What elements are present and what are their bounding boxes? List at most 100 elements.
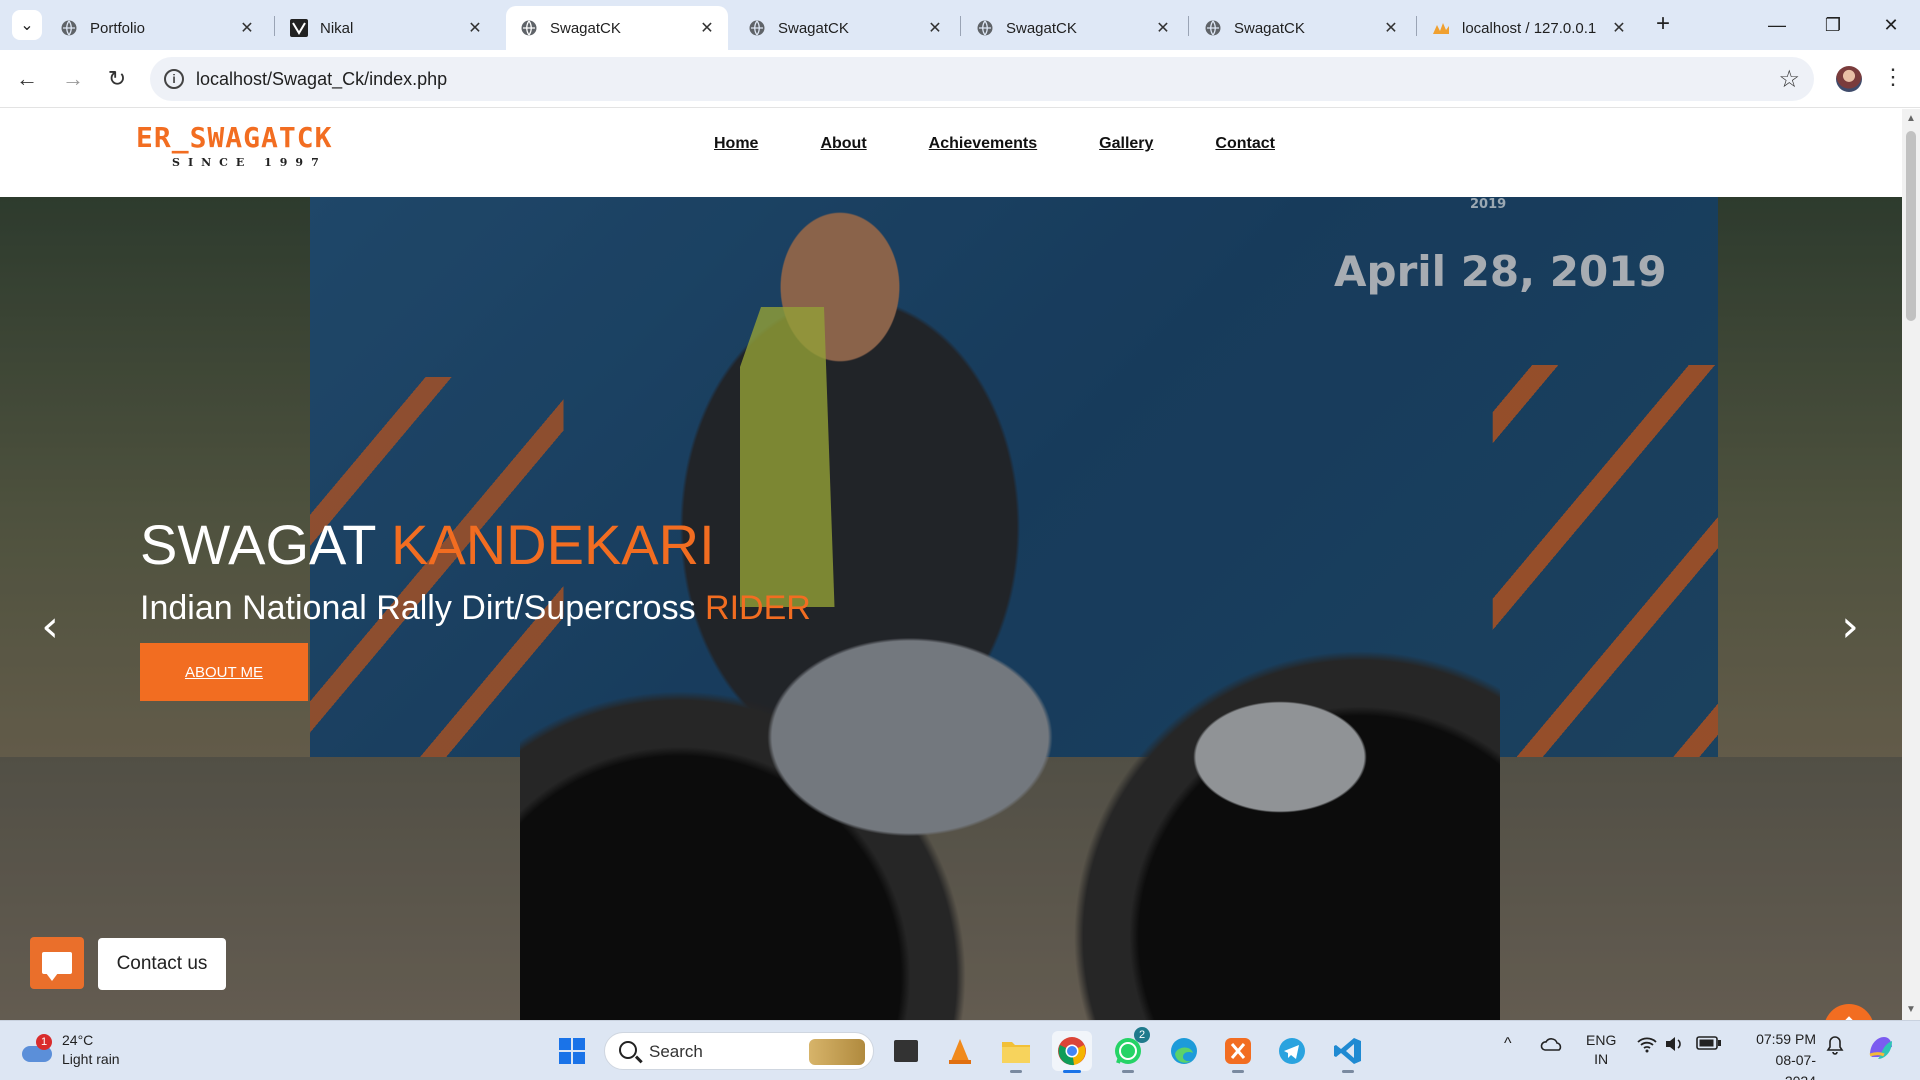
- page-scrollbar[interactable]: ▲ ▼: [1902, 109, 1920, 1020]
- close-icon[interactable]: ✕: [1382, 19, 1400, 37]
- tab-title: SwagatCK: [778, 19, 849, 37]
- tab-separator: [274, 16, 275, 36]
- url-text[interactable]: localhost/Swagat_Ck/index.php: [196, 69, 447, 90]
- weather-condition: Light rain: [62, 1051, 120, 1067]
- close-icon[interactable]: ✕: [926, 19, 944, 37]
- forward-arrow-icon[interactable]: →: [58, 64, 88, 94]
- main-nav: Home About Achievements Gallery Contact: [714, 135, 1275, 153]
- weather-temp: 24°C: [62, 1032, 94, 1048]
- wifi-icon[interactable]: [1636, 1035, 1658, 1056]
- vscode-icon[interactable]: [1328, 1031, 1368, 1073]
- telegram-icon[interactable]: [1272, 1031, 1312, 1071]
- lang-region: IN: [1594, 1051, 1609, 1067]
- tab-title: SwagatCK: [1234, 19, 1305, 37]
- hero-subtitle-accent: RIDER: [705, 589, 811, 627]
- folder-icon[interactable]: [996, 1031, 1036, 1073]
- nikal-logo-icon: [290, 19, 308, 37]
- start-icon[interactable]: [552, 1031, 592, 1071]
- tab-title: Portfolio: [90, 19, 146, 37]
- running-indicator: [1342, 1070, 1354, 1073]
- contact-us-button[interactable]: Contact us: [98, 938, 226, 990]
- close-icon[interactable]: ✕: [238, 19, 256, 37]
- chat-bubble-glyph: [42, 952, 72, 981]
- tab-phpmyadmin[interactable]: localhost / 127.0.0.1 ✕: [1418, 6, 1640, 50]
- tab-swagatck[interactable]: SwagatCK ✕: [734, 6, 956, 50]
- edge-glyph: [1171, 1038, 1197, 1064]
- running-indicator: [1122, 1070, 1134, 1073]
- clock-date: 08-07-2024: [1775, 1052, 1816, 1080]
- vlc-icon[interactable]: [940, 1031, 980, 1071]
- weather-text: 24°C Light rain: [62, 1031, 120, 1069]
- globe-icon: [521, 20, 537, 36]
- tab-separator: [960, 16, 961, 36]
- close-icon[interactable]: ✕: [698, 19, 716, 37]
- vlc-cone-glyph: [949, 1039, 971, 1064]
- tab-swagatck-active[interactable]: SwagatCK ✕: [506, 6, 728, 50]
- copilot-icon[interactable]: [1866, 1033, 1896, 1066]
- nav-home[interactable]: Home: [714, 135, 758, 153]
- whatsapp-badge: 2: [1134, 1027, 1150, 1043]
- close-icon[interactable]: ✕: [1610, 19, 1628, 37]
- carousel-next-icon[interactable]: ›: [1830, 605, 1870, 649]
- browser-menu-icon[interactable]: ⋮: [1882, 64, 1904, 94]
- clock-time: 07:59 PM: [1756, 1031, 1816, 1047]
- chat-bubble-icon[interactable]: [30, 937, 84, 989]
- nav-achievements[interactable]: Achievements: [929, 135, 1038, 153]
- minimize-icon[interactable]: —: [1762, 10, 1792, 40]
- search-placeholder: Search: [649, 1042, 703, 1061]
- about-me-button[interactable]: ABOUT ME: [140, 643, 308, 701]
- bell-glyph: [1826, 1036, 1844, 1055]
- site-logo[interactable]: ER_SWAGATCK SINCE 1997: [136, 121, 356, 169]
- tab-portfolio[interactable]: Portfolio ✕: [46, 6, 268, 50]
- tray-overflow-icon[interactable]: ^: [1504, 1035, 1512, 1053]
- chrome-icon[interactable]: [1052, 1031, 1092, 1073]
- taskbar-search[interactable]: Search: [604, 1032, 874, 1070]
- notification-bell-icon[interactable]: [1826, 1035, 1844, 1058]
- tab-separator: [1188, 16, 1189, 36]
- window-close-icon[interactable]: ✕: [1876, 10, 1906, 40]
- nav-gallery[interactable]: Gallery: [1099, 135, 1153, 153]
- windows-logo-icon: [559, 1038, 585, 1064]
- profile-avatar[interactable]: [1836, 66, 1862, 92]
- battery-icon[interactable]: [1696, 1035, 1722, 1054]
- tab-nikal[interactable]: Nikal ✕: [276, 6, 496, 50]
- tab-strip: ⌄ Portfolio ✕ Nikal ✕ SwagatCK ✕ SwagatC…: [0, 0, 1920, 50]
- bookmark-star-icon[interactable]: ☆: [1778, 65, 1800, 94]
- whatsapp-icon[interactable]: 2: [1108, 1027, 1150, 1073]
- hero-carousel: 2019 April 28, 2019 SWAGAT KANDEKARI Ind…: [0, 197, 1902, 1020]
- close-icon[interactable]: ✕: [466, 19, 484, 37]
- back-arrow-icon[interactable]: ←: [12, 64, 42, 94]
- running-indicator: [1063, 1070, 1081, 1073]
- reload-icon[interactable]: ↻: [102, 64, 132, 94]
- page-viewport: ER_SWAGATCK SINCE 1997 Home About Achiev…: [0, 109, 1902, 1020]
- globe-icon: [749, 20, 765, 36]
- copilot-glyph: [1869, 1037, 1892, 1059]
- tab-title: SwagatCK: [550, 19, 621, 37]
- scroll-down-icon[interactable]: ▼: [1906, 1004, 1916, 1015]
- scroll-up-icon[interactable]: ▲: [1906, 113, 1916, 124]
- volume-icon[interactable]: [1664, 1035, 1686, 1056]
- site-info-icon[interactable]: i: [164, 69, 184, 89]
- carousel-prev-icon[interactable]: ‹: [30, 605, 70, 649]
- globe-icon: [977, 20, 993, 36]
- cloud-glyph: [1540, 1038, 1562, 1051]
- tab-swagatck[interactable]: SwagatCK ✕: [962, 6, 1184, 50]
- maximize-icon[interactable]: ❐: [1818, 10, 1848, 40]
- telegram-glyph: [1279, 1038, 1305, 1064]
- nav-about[interactable]: About: [820, 135, 866, 153]
- system-clock[interactable]: 07:59 PM 08-07-2024: [1752, 1029, 1816, 1080]
- xampp-icon[interactable]: [1218, 1031, 1258, 1073]
- language-indicator[interactable]: ENG IN: [1586, 1031, 1616, 1069]
- scrollbar-thumb[interactable]: [1906, 131, 1916, 321]
- hero-title-last: KANDEKARI: [391, 513, 715, 576]
- nav-contact[interactable]: Contact: [1215, 135, 1275, 153]
- onedrive-cloud-icon[interactable]: [1540, 1035, 1564, 1056]
- edge-icon[interactable]: [1164, 1031, 1204, 1071]
- new-tab-button[interactable]: +: [1650, 12, 1676, 38]
- tab-swagatck[interactable]: SwagatCK ✕: [1190, 6, 1412, 50]
- weather-widget[interactable]: 1 24°C Light rain: [20, 1031, 120, 1069]
- file-manager-icon[interactable]: [886, 1031, 926, 1071]
- address-bar[interactable]: i localhost/Swagat_Ck/index.php ☆: [150, 57, 1814, 101]
- tab-search-button[interactable]: ⌄: [12, 10, 42, 40]
- close-icon[interactable]: ✕: [1154, 19, 1172, 37]
